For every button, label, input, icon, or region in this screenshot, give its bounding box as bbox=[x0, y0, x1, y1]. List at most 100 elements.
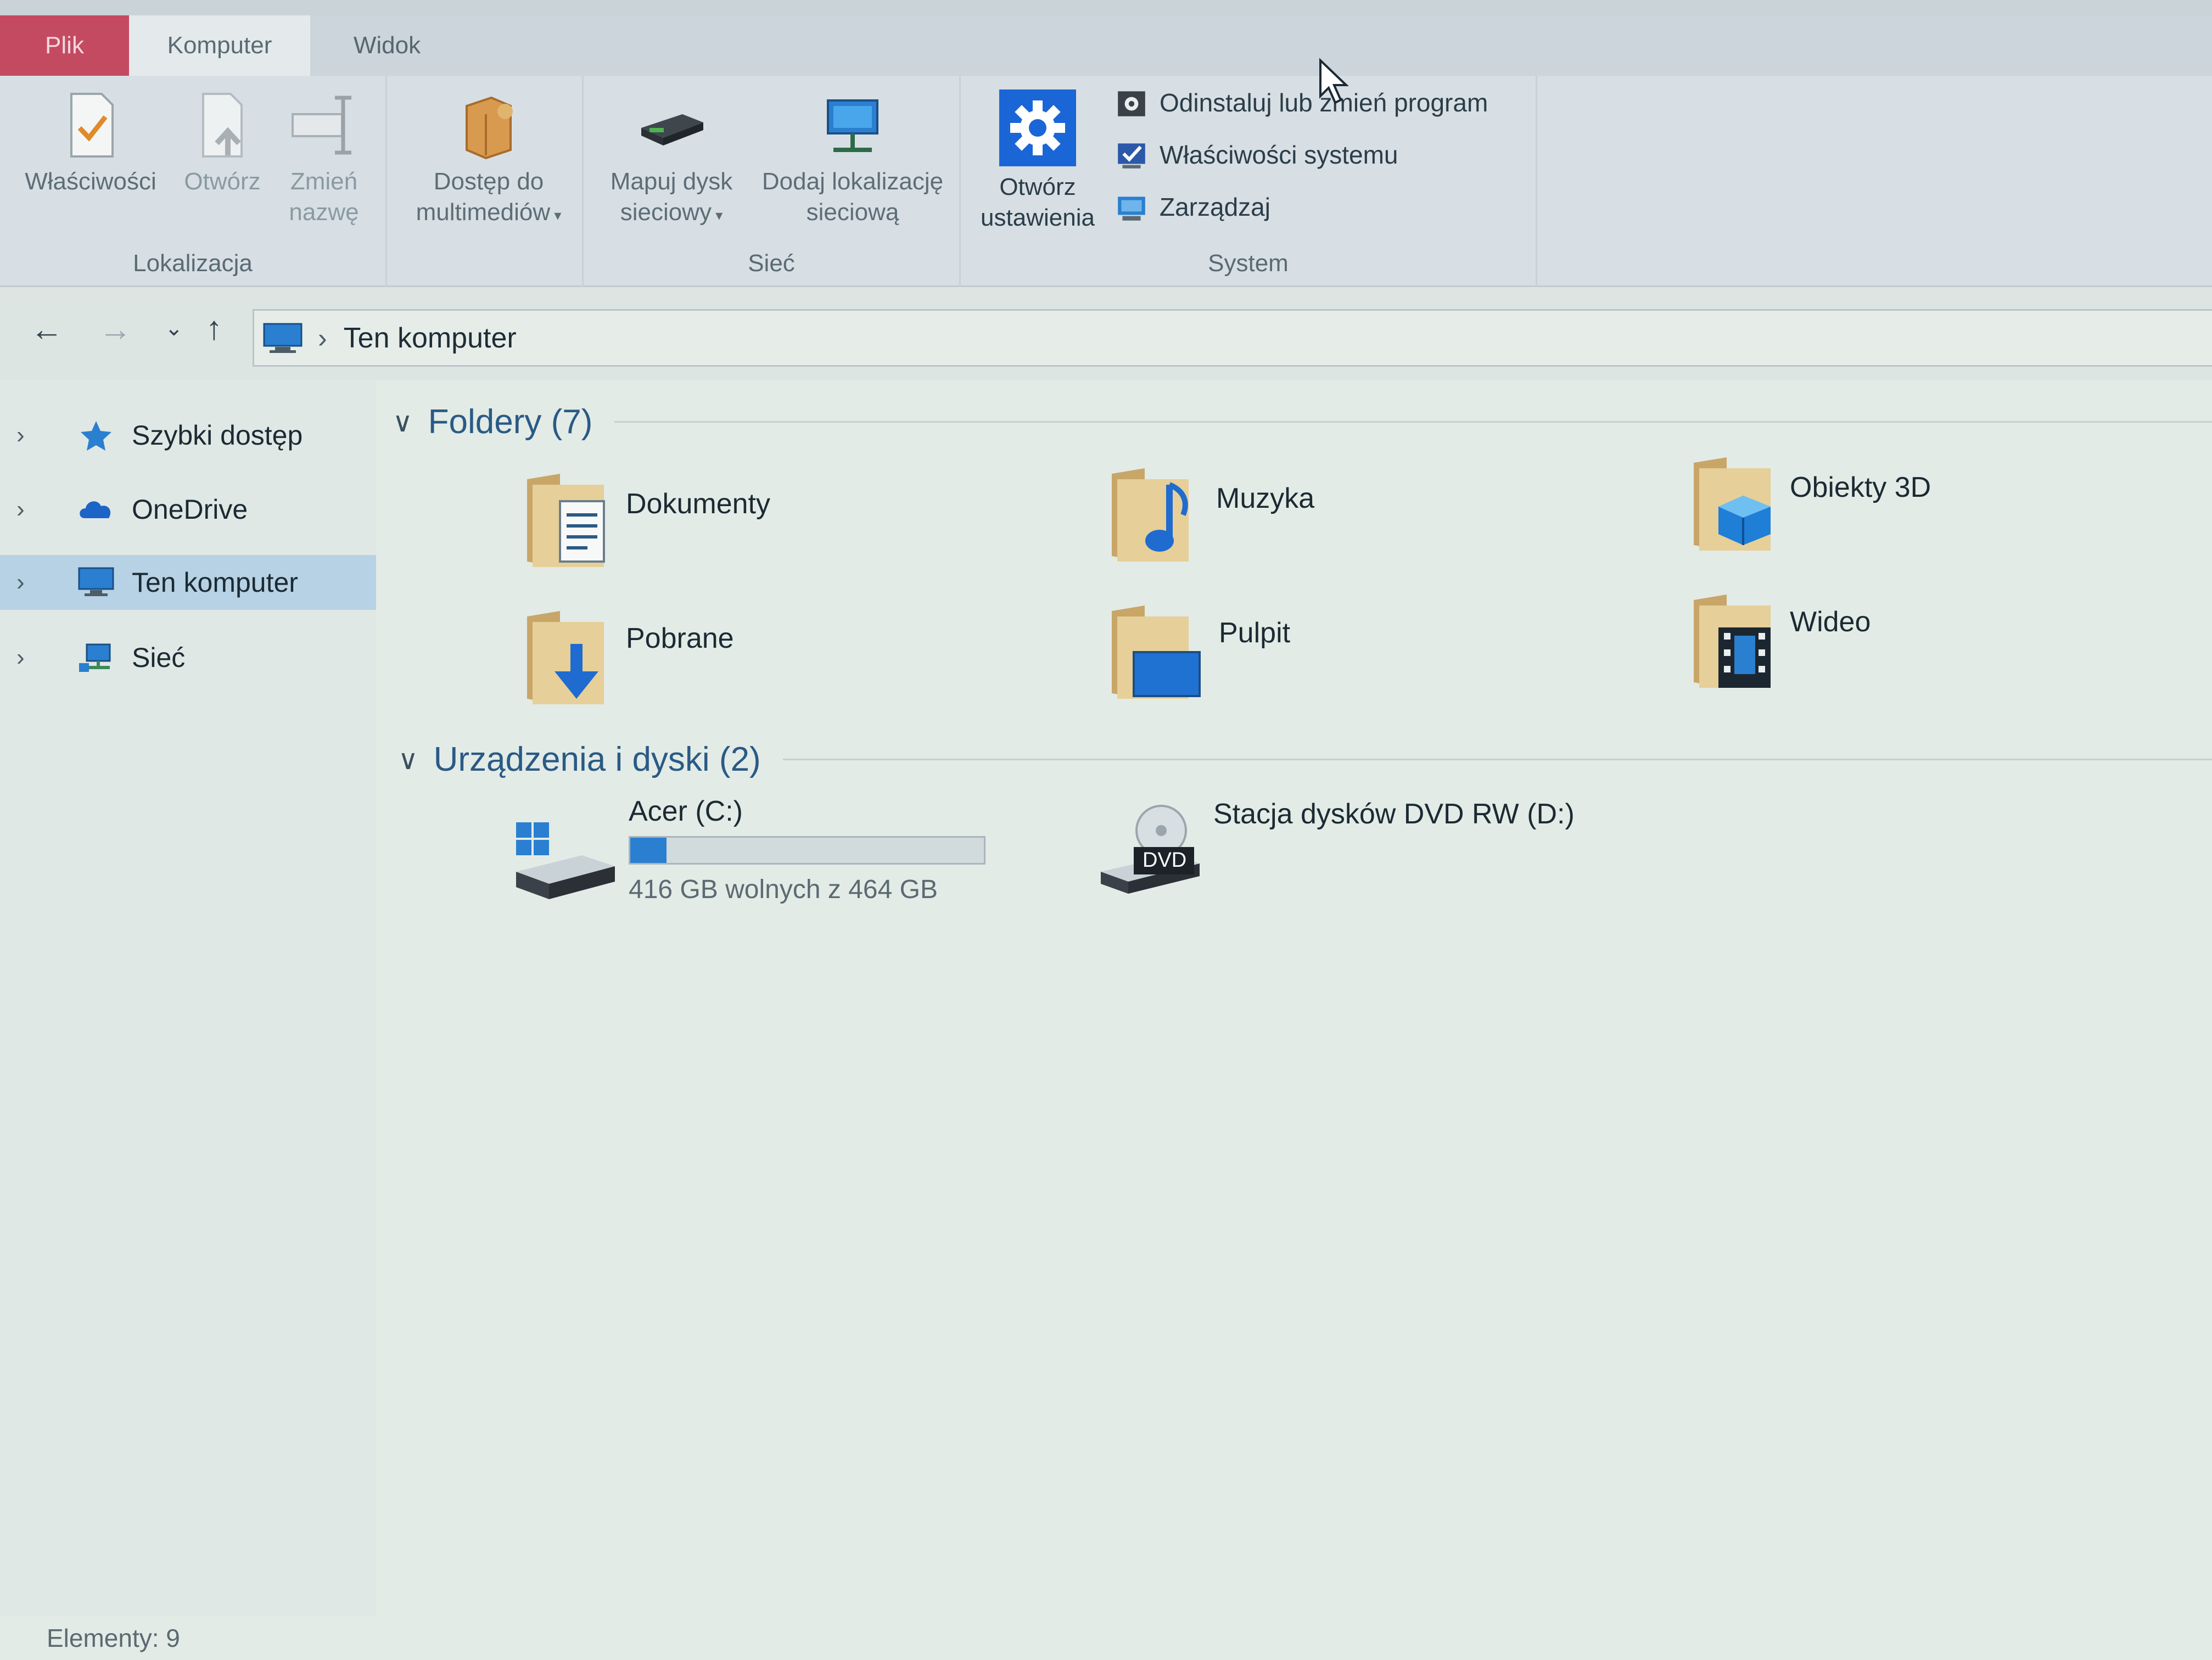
manage-button[interactable]: Zarządzaj bbox=[1115, 190, 1270, 224]
group-label-network: Sieć bbox=[748, 250, 795, 277]
ribbon: Właściwości Otwórz Zmień nazwę Lokalizac… bbox=[0, 76, 2212, 287]
rename-button[interactable]: Zmień nazwę bbox=[275, 89, 373, 228]
tab-view[interactable]: Widok bbox=[310, 15, 464, 76]
network-location-icon bbox=[827, 99, 878, 152]
drive-free-space: 416 GB wolnych z 464 GB bbox=[629, 875, 938, 904]
system-properties-label: Właściwości systemu bbox=[1160, 141, 1398, 169]
uninstall-program-button[interactable]: Odinstaluj lub zmień program bbox=[1115, 86, 1488, 120]
properties-icon bbox=[70, 93, 114, 158]
address-bar: ← → ⌄ ↑ › Ten komputer bbox=[0, 287, 2212, 380]
system-properties-icon bbox=[1118, 143, 1145, 169]
open-icon bbox=[202, 93, 243, 158]
group-label-location: Lokalizacja bbox=[133, 250, 253, 277]
drive-tile-c[interactable]: Acer (C:) 416 GB wolnych z 464 GB bbox=[511, 795, 1060, 921]
documents-folder-icon bbox=[527, 474, 605, 567]
drive-usage-bar bbox=[629, 836, 985, 865]
mouse-cursor-icon bbox=[1319, 58, 1349, 104]
map-network-drive-button[interactable]: Mapuj dysk sieciowy ▾ bbox=[592, 89, 751, 231]
computer-icon bbox=[263, 323, 303, 353]
breadcrumb-separator-icon: › bbox=[318, 322, 327, 354]
group-divider bbox=[614, 421, 2212, 423]
drive-name: Acer (C:) bbox=[629, 795, 743, 827]
group-divider bbox=[782, 759, 2212, 760]
map-label-line2: sieciowy bbox=[620, 199, 712, 226]
folder-tile-downloads[interactable]: Pobrane bbox=[522, 605, 961, 715]
folder-tile-documents[interactable]: Dokumenty bbox=[522, 468, 961, 578]
nav-label-quick-access: Szybki dostęp bbox=[132, 420, 303, 451]
tab-computer[interactable]: Komputer bbox=[129, 15, 310, 76]
group-label-system: System bbox=[1208, 250, 1289, 277]
up-arrow-icon[interactable]: ↑ bbox=[206, 309, 222, 347]
folder-name: Wideo bbox=[1790, 606, 1871, 638]
cloud-icon bbox=[80, 501, 111, 518]
media-access-button[interactable]: Dostęp do multimediów ▾ bbox=[398, 89, 579, 231]
ribbon-tabs: Plik Komputer Widok bbox=[0, 15, 2212, 76]
rename-icon bbox=[292, 96, 351, 155]
collapse-chevron-icon[interactable]: ∨ bbox=[393, 406, 413, 438]
network-drive-icon bbox=[641, 114, 703, 145]
manage-icon bbox=[1118, 197, 1145, 221]
open-settings-button[interactable]: Otwórz ustawienia bbox=[972, 89, 1104, 233]
navigation-pane: › Szybki dostęp › OneDrive › Ten kompute… bbox=[0, 380, 376, 1616]
expand-chevron-icon[interactable]: › bbox=[16, 496, 49, 523]
properties-button[interactable]: Właściwości bbox=[16, 89, 165, 197]
expand-chevron-icon[interactable]: › bbox=[16, 569, 49, 596]
computer-icon bbox=[78, 567, 114, 596]
folder-name: Muzyka bbox=[1216, 483, 1315, 514]
breadcrumb-current[interactable]: Ten komputer bbox=[344, 322, 517, 355]
desktop-folder-icon bbox=[1112, 605, 1201, 699]
windows-drive-icon bbox=[516, 822, 615, 899]
downloads-folder-icon bbox=[527, 611, 604, 704]
uninstall-icon bbox=[1118, 91, 1145, 116]
manage-label: Zarządzaj bbox=[1160, 193, 1270, 221]
folder-tile-3d-objects[interactable]: Obiekty 3D bbox=[1688, 452, 2127, 562]
3d-objects-folder-icon bbox=[1694, 457, 1771, 551]
nav-label-this-pc: Ten komputer bbox=[132, 567, 298, 598]
folder-name: Pulpit bbox=[1219, 617, 1291, 649]
devices-group-title: Urządzenia i dyski (2) bbox=[433, 741, 761, 778]
videos-folder-icon bbox=[1694, 595, 1771, 688]
drive-tile-dvd[interactable]: DVD Stacja dysków DVD RW (D:) bbox=[1095, 795, 1864, 921]
folder-name: Obiekty 3D bbox=[1790, 472, 1931, 503]
window-title-strip bbox=[0, 0, 2212, 15]
nav-item-onedrive[interactable]: › OneDrive bbox=[0, 482, 376, 537]
collapse-chevron-icon[interactable]: ∨ bbox=[398, 744, 418, 776]
dropdown-arrow-icon: ▾ bbox=[712, 207, 723, 223]
ribbon-group-location: Właściwości Otwórz Zmień nazwę Lokalizac… bbox=[0, 76, 387, 287]
dropdown-arrow-icon: ▾ bbox=[550, 207, 562, 223]
settings-gear-icon bbox=[999, 89, 1076, 166]
nav-item-network[interactable]: › Sieć bbox=[0, 630, 376, 685]
drive-name: Stacja dysków DVD RW (D:) bbox=[1213, 798, 1575, 830]
recent-locations-chevron-icon[interactable]: ⌄ bbox=[165, 316, 183, 341]
expand-chevron-icon[interactable]: › bbox=[16, 422, 49, 449]
folder-name: Pobrane bbox=[626, 622, 734, 654]
ribbon-group-network: Mapuj dysk sieciowy ▾ Dodaj lokalizację … bbox=[582, 76, 961, 287]
network-icon bbox=[79, 643, 111, 672]
nav-item-this-pc[interactable]: › Ten komputer bbox=[0, 555, 376, 610]
content-pane: ∨ Foldery (7) Dokumenty Muzyka Obiekty 3… bbox=[376, 380, 2212, 1616]
folders-group-header[interactable]: ∨ Foldery (7) bbox=[393, 402, 2212, 441]
media-label-line2: multimediów bbox=[416, 199, 551, 226]
star-icon bbox=[81, 421, 111, 451]
open-button[interactable]: Otwórz bbox=[173, 89, 272, 197]
add-network-location-button[interactable]: Dodaj lokalizację sieciową bbox=[743, 89, 962, 228]
expand-chevron-icon[interactable]: › bbox=[16, 644, 49, 671]
nav-item-quick-access[interactable]: › Szybki dostęp bbox=[0, 408, 376, 463]
status-bar: Elementy: 9 bbox=[0, 1616, 2212, 1660]
back-arrow-icon[interactable]: ← bbox=[30, 310, 63, 348]
folder-tile-music[interactable]: Muzyka bbox=[1106, 463, 1545, 573]
nav-label-onedrive: OneDrive bbox=[132, 494, 248, 525]
music-folder-icon bbox=[1112, 468, 1189, 562]
nav-label-network: Sieć bbox=[132, 642, 186, 673]
address-path[interactable]: › Ten komputer bbox=[253, 309, 2212, 367]
drive-usage-fill bbox=[630, 838, 667, 863]
system-properties-button[interactable]: Właściwości systemu bbox=[1115, 138, 1398, 172]
dvd-badge: DVD bbox=[1143, 849, 1187, 872]
folder-tile-desktop[interactable]: Pulpit bbox=[1106, 600, 1545, 710]
folders-group-title: Foldery (7) bbox=[428, 403, 593, 441]
tab-file[interactable]: Plik bbox=[0, 15, 129, 76]
forward-arrow-icon[interactable]: → bbox=[99, 310, 132, 348]
media-server-icon bbox=[466, 96, 513, 160]
devices-group-header[interactable]: ∨ Urządzenia i dyski (2) bbox=[398, 740, 2212, 779]
folder-tile-videos[interactable]: Wideo bbox=[1688, 589, 2127, 699]
